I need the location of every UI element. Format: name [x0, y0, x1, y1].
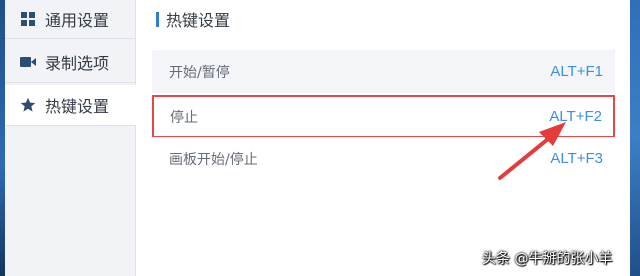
annotation-arrow-icon — [498, 122, 566, 180]
watermark: 头条 @牛掰的张小羊 — [482, 251, 613, 267]
